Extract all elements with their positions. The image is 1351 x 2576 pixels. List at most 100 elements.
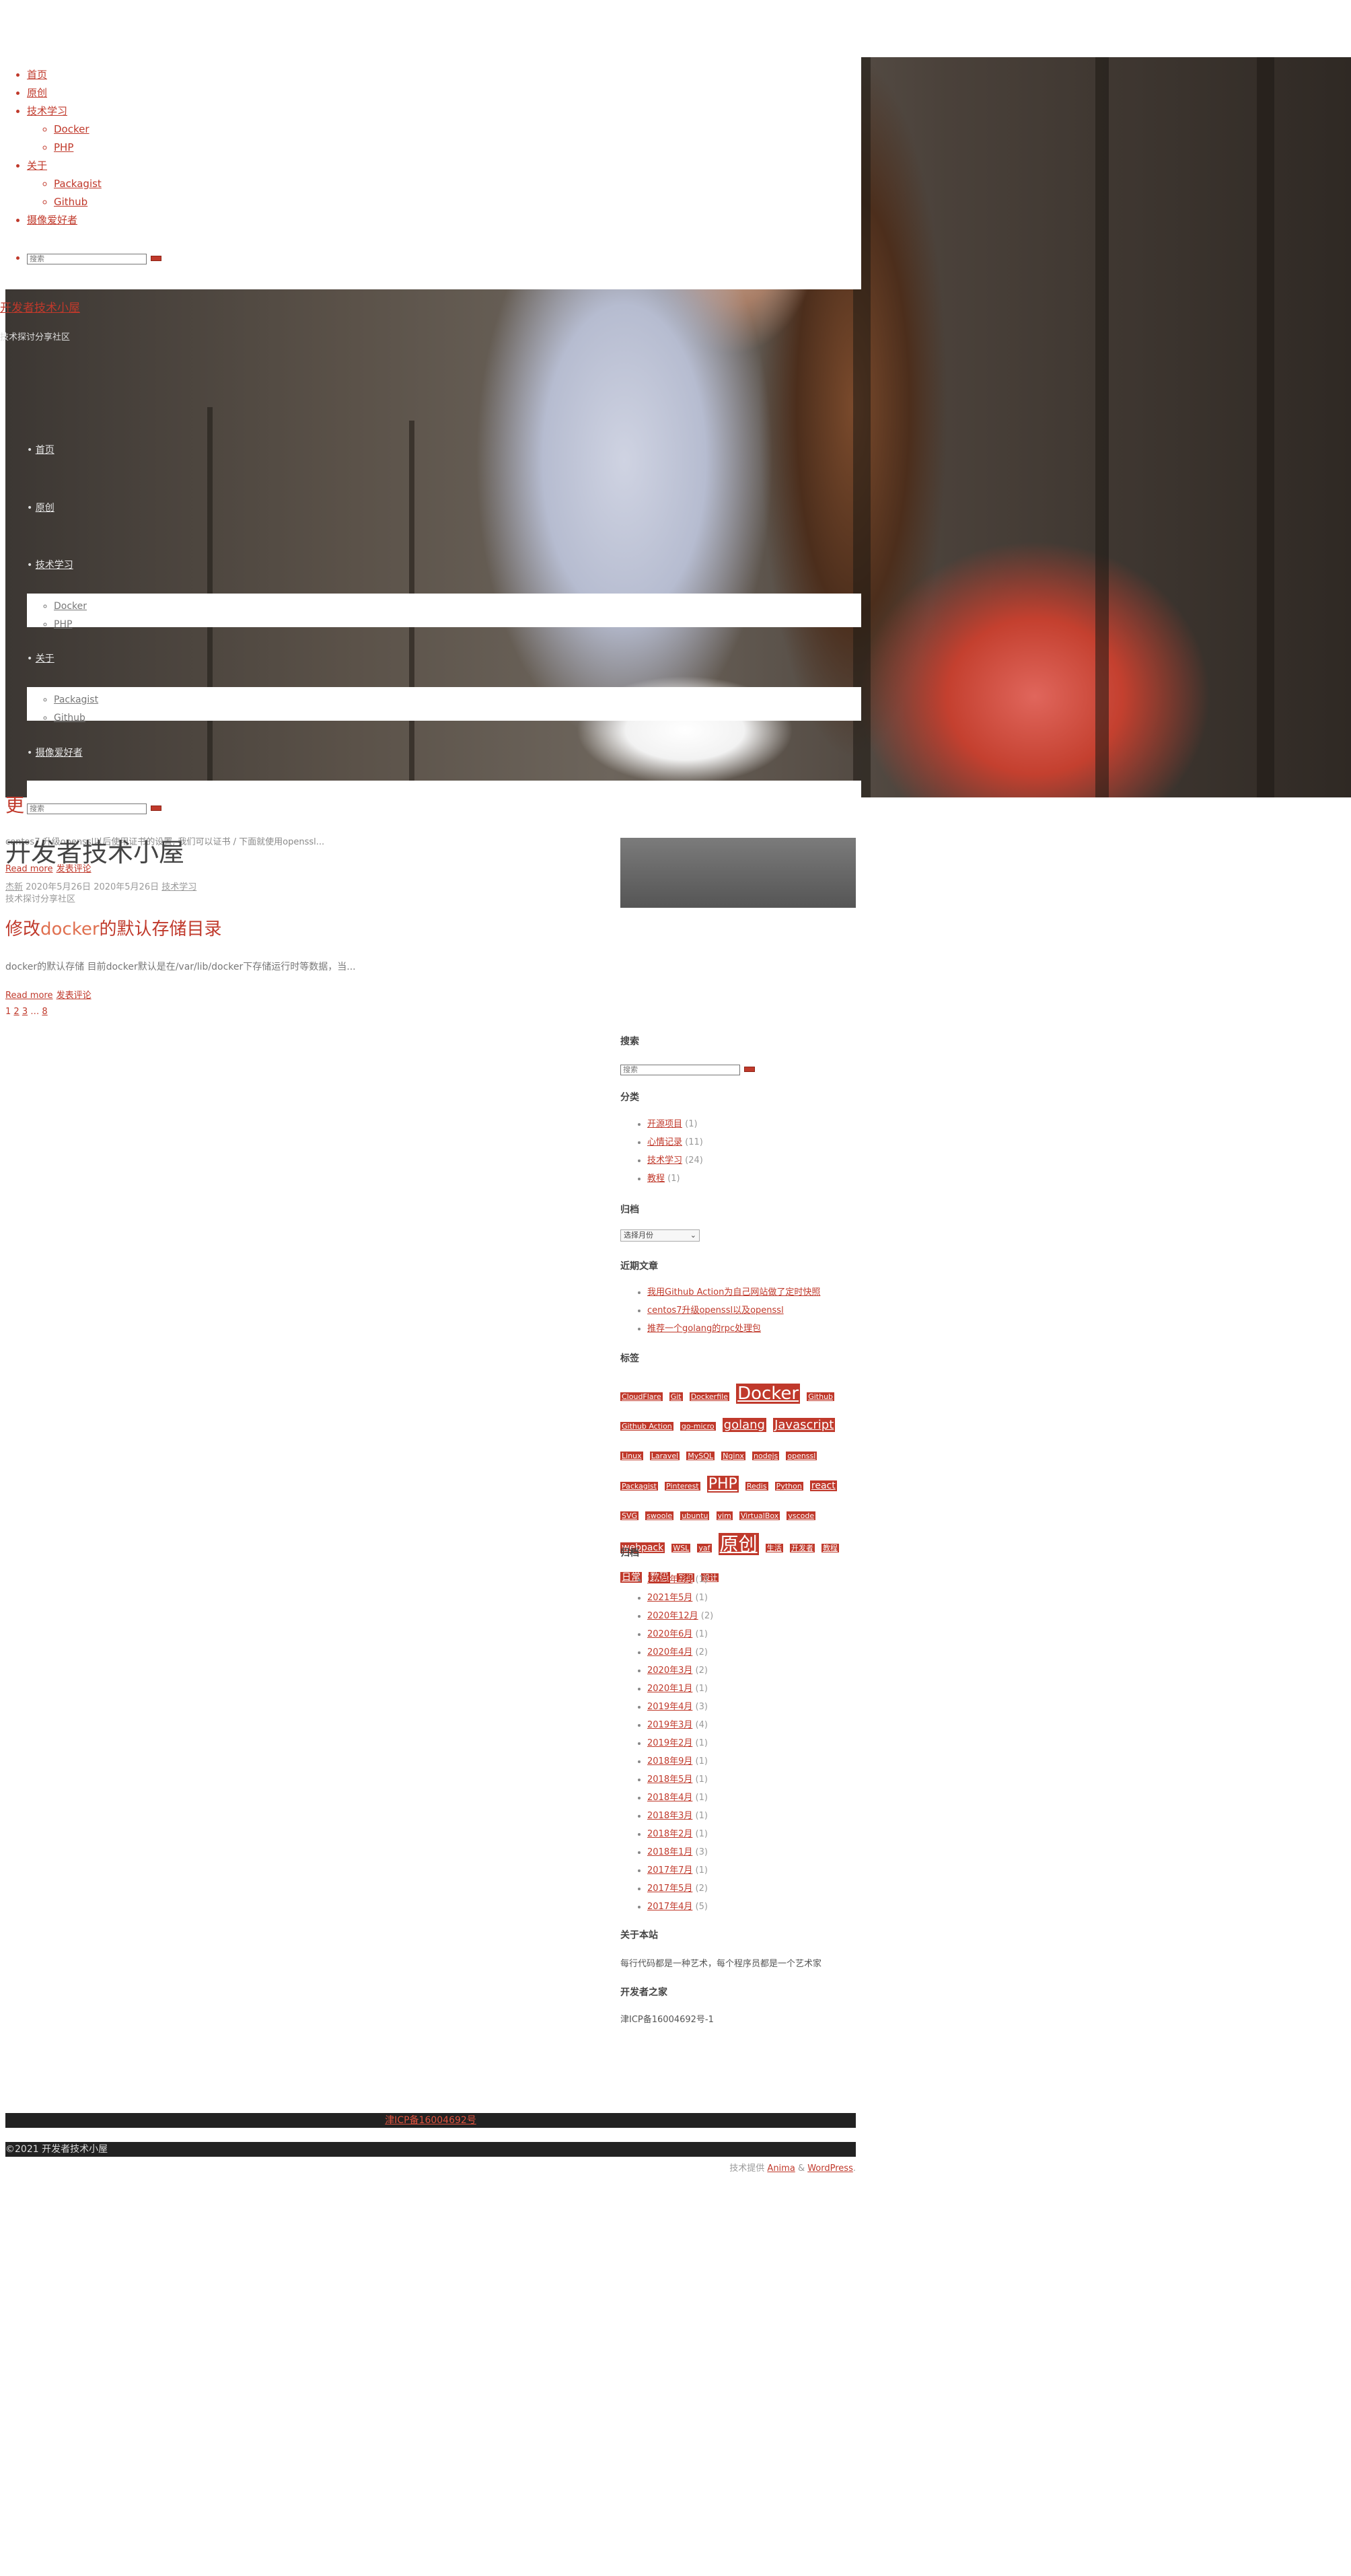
tag-link[interactable]: react — [809, 1480, 837, 1491]
tag-link[interactable]: 原创 — [718, 1533, 759, 1555]
hero-nav-photography[interactable]: • 摄像爱好者 — [27, 746, 83, 759]
archive-item[interactable]: 2019年4月 (3) — [647, 1698, 713, 1716]
post-2-excerpt: docker的默认存储 目前docker默认是在/var/lib/docker下… — [5, 962, 356, 972]
tag-link[interactable]: Linux — [620, 1452, 643, 1460]
archive-item[interactable]: 2018年2月 (1) — [647, 1825, 713, 1843]
tag-link[interactable]: PHP — [706, 1476, 739, 1493]
tag-link[interactable]: Github — [807, 1392, 835, 1401]
tag-link[interactable]: SVG — [620, 1511, 639, 1520]
widget-categories-title: 分类 — [620, 1092, 639, 1103]
tag-link[interactable]: go-micro — [680, 1422, 716, 1431]
sidebar-search-input[interactable] — [620, 1064, 740, 1075]
archive-item[interactable]: 2020年1月 (1) — [647, 1680, 713, 1698]
archive-item[interactable]: 2020年4月 (2) — [647, 1643, 713, 1661]
archive-item[interactable]: 2020年12月 (2) — [647, 1607, 713, 1625]
tag-link[interactable]: vscode — [787, 1511, 816, 1520]
category-item[interactable]: 技术学习 (24) — [647, 1151, 703, 1170]
tag-link[interactable]: Javascript — [773, 1418, 836, 1432]
hero-subitem-github[interactable]: Github — [54, 709, 861, 727]
archive-item[interactable]: 2018年3月 (1) — [647, 1807, 713, 1825]
archive-item[interactable]: 2021年9月 (1) — [647, 1571, 713, 1589]
page-link[interactable]: 8 — [42, 1007, 47, 1017]
search-input[interactable] — [27, 253, 147, 264]
tag-link[interactable]: Git — [669, 1392, 683, 1401]
hero-nav-home[interactable]: • 首页 — [27, 443, 54, 456]
sidebar-search-button[interactable] — [744, 1066, 755, 1072]
theme-link[interactable]: Anima — [767, 2163, 795, 2174]
post-2-title[interactable]: 修改docker的默认存储目录 — [5, 915, 222, 940]
archive-item[interactable]: 2018年9月 (1) — [647, 1752, 713, 1770]
tag-link[interactable]: Nginx — [721, 1452, 745, 1460]
category-item[interactable]: 开源项目 (1) — [647, 1115, 703, 1133]
category-item[interactable]: 教程 (1) — [647, 1170, 703, 1188]
nav-subitem-php[interactable]: PHP — [54, 139, 102, 157]
archive-item[interactable]: 2017年7月 (1) — [647, 1861, 713, 1880]
hero-nav-original[interactable]: • 原创 — [27, 501, 54, 514]
archive-item[interactable]: 2018年4月 (1) — [647, 1789, 713, 1807]
nav-item-original[interactable]: 原创 — [27, 84, 102, 102]
nav-item-photography[interactable]: 摄像爱好者 — [27, 211, 102, 229]
archive-item[interactable]: 2018年1月 (3) — [647, 1843, 713, 1861]
tag-link[interactable]: 教程 — [821, 1544, 839, 1552]
hero-subitem-docker[interactable]: Docker — [54, 598, 861, 616]
nav-item-tech[interactable]: 技术学习 Docker PHP — [27, 102, 102, 157]
tag-link[interactable]: Redis — [745, 1482, 768, 1491]
tag-link[interactable]: Laravel — [649, 1452, 680, 1460]
read-more-link[interactable]: Read more — [5, 991, 52, 1001]
tag-link[interactable]: WSL — [671, 1544, 691, 1552]
archive-item[interactable]: 2019年3月 (4) — [647, 1716, 713, 1734]
hero-nav-tech[interactable]: • 技术学习 — [27, 558, 73, 571]
hero-nav-about[interactable]: • 关于 — [27, 651, 54, 665]
nav-item-about[interactable]: 关于 Packagist Github — [27, 157, 102, 211]
recent-post-item[interactable]: 我用Github Action为自己网站做了定时快照 — [647, 1283, 820, 1301]
tag-link[interactable]: yaf — [697, 1544, 712, 1552]
tag-link[interactable]: Github Action — [620, 1422, 673, 1431]
hero-subitem-packagist[interactable]: Packagist — [54, 691, 861, 709]
tag-link[interactable]: MySQL — [686, 1452, 715, 1460]
hero-search-button[interactable] — [151, 805, 161, 811]
archive-item[interactable]: 2017年4月 (5) — [647, 1898, 713, 1916]
comment-link[interactable]: 发表评论 — [57, 864, 92, 874]
tag-link[interactable]: nodejs — [752, 1452, 780, 1460]
nav-subitem-docker[interactable]: Docker — [54, 120, 102, 139]
read-more-link[interactable]: Read more — [5, 864, 52, 874]
site-title[interactable]: 开发者技术小屋 — [0, 298, 80, 315]
recent-post-item[interactable]: 推荐一个golang的rpc处理包 — [647, 1320, 820, 1338]
archive-item[interactable]: 2020年6月 (1) — [647, 1625, 713, 1643]
tag-link[interactable]: VirtualBox — [739, 1511, 780, 1520]
archive-item[interactable]: 2017年5月 (2) — [647, 1880, 713, 1898]
recent-post-item[interactable]: centos7升级openssl以及openssl — [647, 1301, 820, 1320]
post-category[interactable]: 技术学习 — [161, 882, 196, 892]
archive-item[interactable]: 2021年5月 (1) — [647, 1589, 713, 1607]
footer-icp-link[interactable]: 津ICP备16004692号 — [385, 2115, 476, 2126]
page-link[interactable]: 2 — [13, 1007, 19, 1017]
tag-link[interactable]: CloudFlare — [620, 1392, 663, 1401]
tag-link[interactable]: Packagist — [620, 1482, 658, 1491]
nav-item-home[interactable]: 首页 — [27, 66, 102, 84]
tag-link[interactable]: Python — [774, 1482, 803, 1491]
tag-link[interactable]: openssl — [786, 1452, 817, 1460]
category-item[interactable]: 心情记录 (11) — [647, 1133, 703, 1151]
archive-select[interactable]: 选择月份 ⌄ — [620, 1229, 700, 1242]
archive-item[interactable]: 2020年3月 (2) — [647, 1661, 713, 1680]
archive-item[interactable]: 2019年2月 (1) — [647, 1734, 713, 1752]
tag-link[interactable]: Docker — [736, 1384, 801, 1404]
wordpress-link[interactable]: WordPress — [807, 2163, 853, 2174]
nav-subitem-packagist[interactable]: Packagist — [54, 175, 102, 193]
tag-link[interactable]: ubuntu — [680, 1511, 710, 1520]
tag-link[interactable]: swoole — [645, 1511, 674, 1520]
tag-link[interactable]: 生活 — [765, 1544, 783, 1552]
page-link[interactable]: 3 — [22, 1007, 28, 1017]
tag-link[interactable]: Dockerfile — [689, 1392, 729, 1401]
post-author[interactable]: 杰新 — [5, 882, 23, 892]
archive-item[interactable]: 2018年5月 (1) — [647, 1770, 713, 1789]
hero-search-input[interactable] — [27, 803, 147, 814]
nav-subitem-github[interactable]: Github — [54, 193, 102, 211]
hero-subitem-php[interactable]: PHP — [54, 616, 861, 634]
comment-link[interactable]: 发表评论 — [57, 991, 92, 1001]
tag-link[interactable]: golang — [722, 1418, 766, 1432]
tag-link[interactable]: Pinterest — [665, 1482, 700, 1491]
tag-link[interactable]: vim — [716, 1511, 733, 1520]
search-button[interactable] — [151, 255, 161, 261]
tag-link[interactable]: 开发者 — [789, 1544, 815, 1552]
